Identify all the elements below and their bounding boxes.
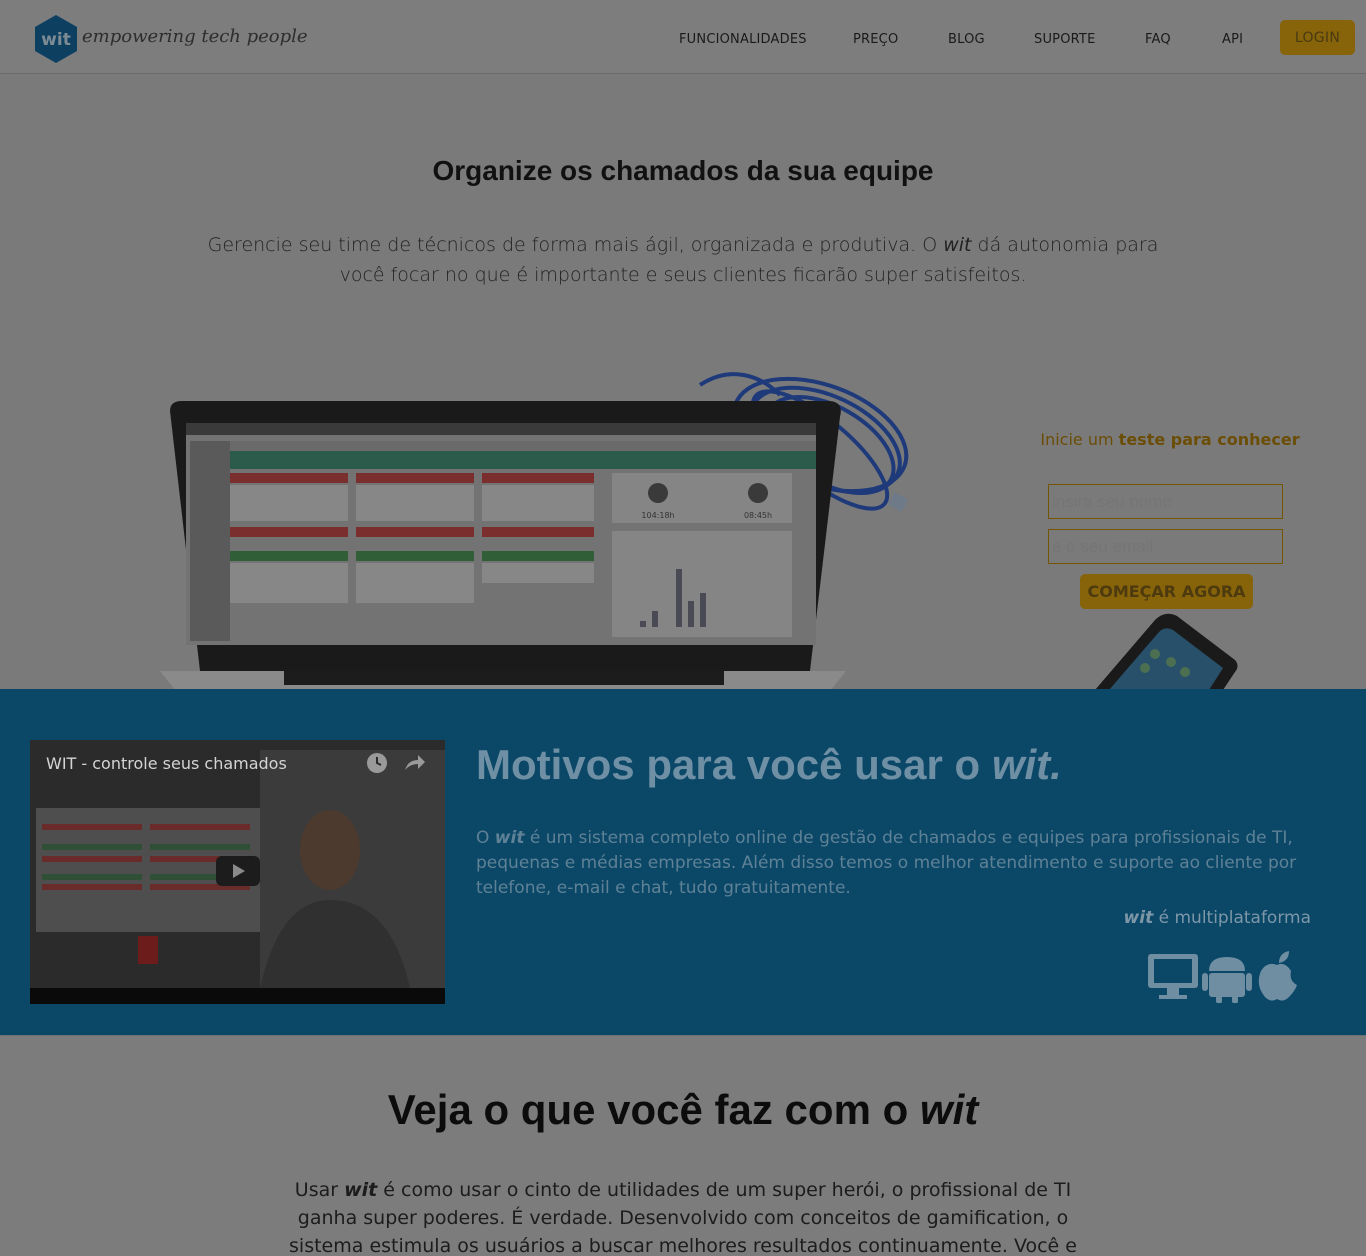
laptop-stat-2: 08:45h	[744, 511, 772, 520]
reasons-text: O wit é um sistema completo online de ge…	[476, 828, 1297, 898]
video-title: WIT - controle seus chamados	[46, 754, 287, 773]
start-now-button[interactable]: COMEÇAR AGORA	[1080, 574, 1253, 609]
share-icon[interactable]	[402, 752, 426, 774]
video-thumbnail	[30, 740, 445, 1004]
hero-section: Organize os chamados da sua equipe Geren…	[0, 75, 1366, 691]
signup-form: Inicie um teste para conhecer COMEÇAR AG…	[1040, 430, 1300, 609]
multiplatform-label: wit é multiplataforma	[1123, 908, 1311, 928]
watch-later-icon[interactable]	[366, 752, 388, 774]
reasons-section: WIT - controle seus chamados Motivos par…	[0, 689, 1366, 1035]
platform-icons	[1148, 951, 1297, 1003]
nav-funcionalidades[interactable]: FUNCIONALIDADES	[679, 32, 807, 47]
site-header: wit empowering tech people FUNCIONALIDAD…	[0, 0, 1366, 74]
features-section: Veja o que você faz com o wit Usar wit é…	[0, 1035, 1366, 1256]
nav-faq[interactable]: FAQ	[1145, 32, 1171, 47]
hero-title: Organize os chamados da sua equipe	[432, 155, 934, 186]
email-input[interactable]	[1048, 529, 1283, 564]
features-title: Veja o que você faz com o wit	[387, 1086, 979, 1133]
features-text: Usar wit é como usar o cinto de utilidad…	[289, 1179, 1077, 1256]
laptop-stat-1: 104:18h	[641, 511, 674, 520]
brand-name: wit	[943, 234, 972, 256]
nav-blog[interactable]: BLOG	[948, 32, 985, 47]
reasons-title: Motivos para você usar o wit.	[476, 741, 1062, 788]
name-input[interactable]	[1048, 484, 1283, 519]
login-button[interactable]: LOGIN	[1280, 20, 1355, 55]
wit-logo[interactable]: wit	[34, 14, 78, 64]
tagline: empowering tech people	[82, 26, 308, 47]
video-player[interactable]: WIT - controle seus chamados	[30, 740, 445, 1004]
laptop-dashboard-image: 104:18h 08:45h	[160, 401, 846, 691]
nav-preco[interactable]: PREÇO	[853, 32, 898, 47]
logo-text: wit	[41, 30, 71, 50]
android-icon	[1202, 957, 1252, 1003]
nav-api[interactable]: API	[1222, 32, 1243, 47]
nav-suporte[interactable]: SUPORTE	[1034, 32, 1095, 47]
phone-image	[1095, 613, 1238, 690]
hero-text: Gerencie seu time de técnicos de forma m…	[207, 234, 1159, 286]
signup-caption: Inicie um teste para conhecer	[1040, 430, 1300, 449]
desktop-icon	[1148, 954, 1198, 999]
apple-icon	[1258, 951, 1297, 1001]
